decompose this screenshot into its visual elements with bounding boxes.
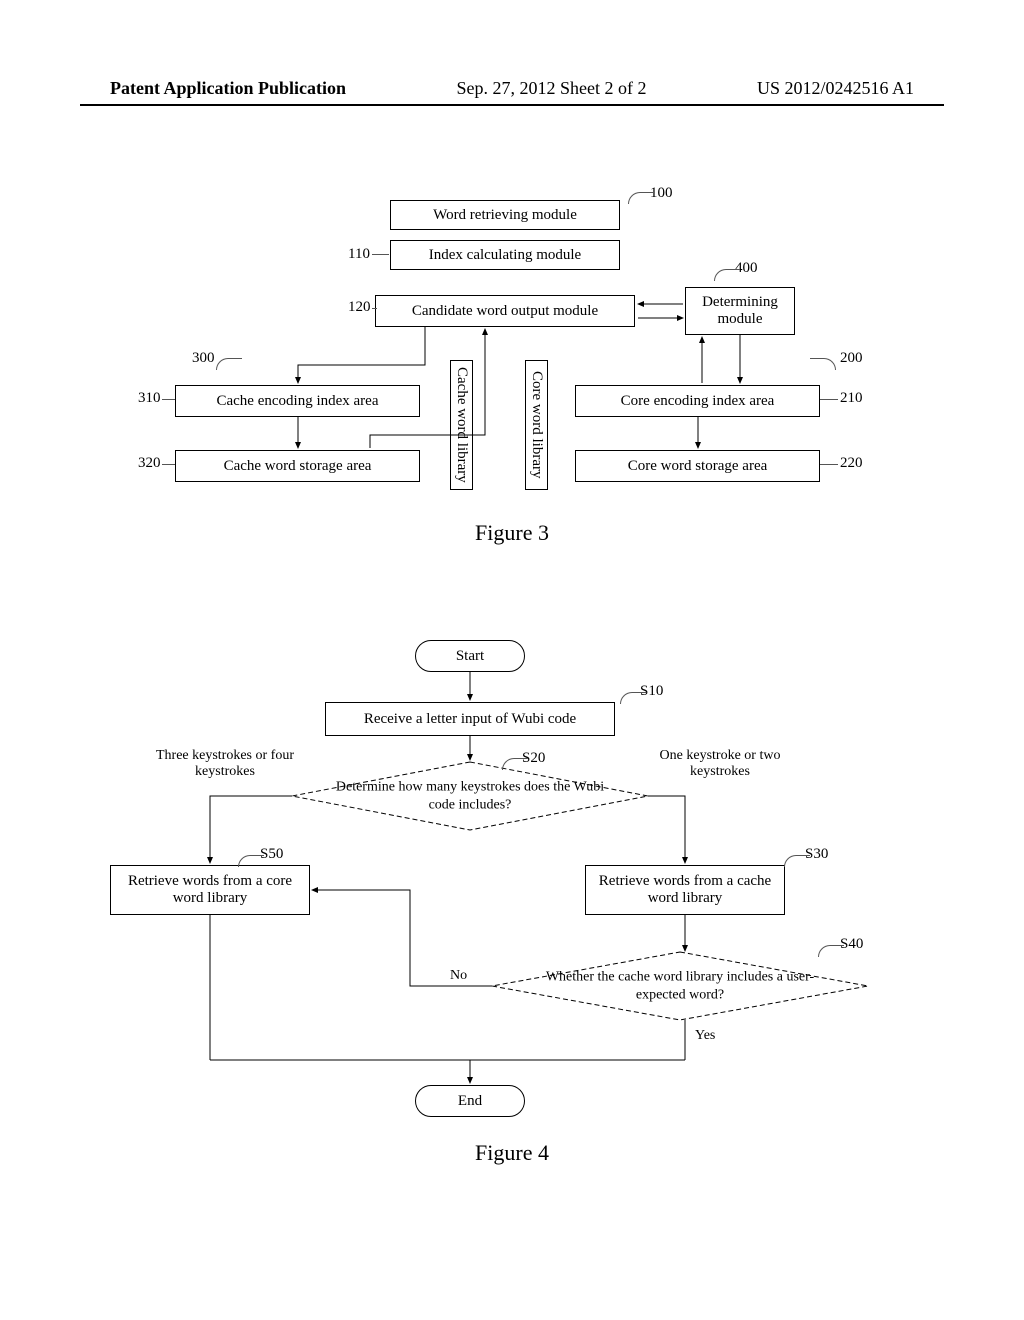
header-left: Patent Application Publication <box>110 78 346 99</box>
figure-4: Start Receive a letter input of Wubi cod… <box>110 640 910 1180</box>
header-divider <box>80 104 944 106</box>
figure-4-caption: Figure 4 <box>475 1140 549 1166</box>
figure-3: Word retrieving module Index calculating… <box>130 200 900 570</box>
fig3-arrows <box>130 200 900 570</box>
fig4-arrows <box>110 640 910 1180</box>
page-header: Patent Application Publication Sep. 27, … <box>0 78 1024 99</box>
figure-3-caption: Figure 3 <box>475 520 549 546</box>
header-center: Sep. 27, 2012 Sheet 2 of 2 <box>457 78 647 99</box>
header-right: US 2012/0242516 A1 <box>757 78 914 99</box>
